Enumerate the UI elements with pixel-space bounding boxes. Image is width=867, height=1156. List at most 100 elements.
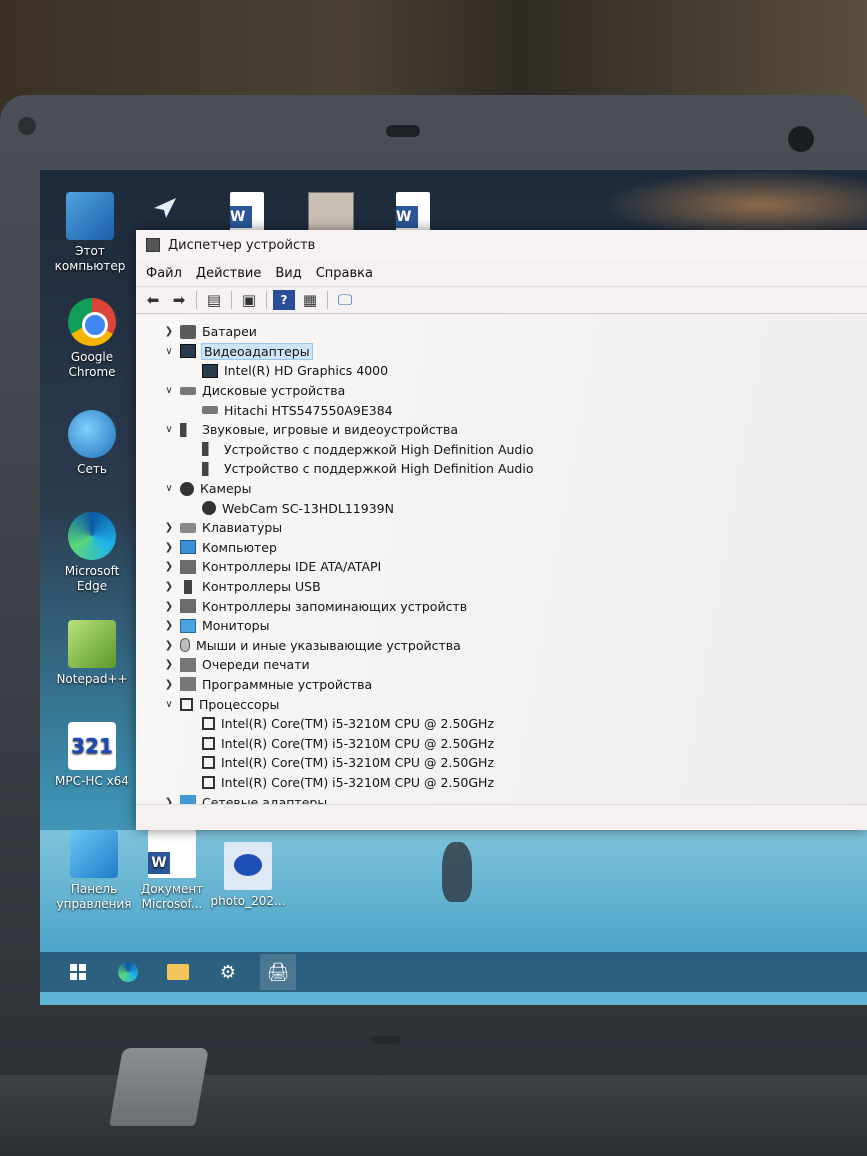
tree-category[interactable]: ❯ Компьютер — [162, 538, 867, 558]
tree-category-label: Процессоры — [199, 696, 280, 712]
photo-icon[interactable] — [308, 192, 358, 234]
desktop-icon-edge[interactable]: Microsoft Edge — [52, 512, 132, 594]
tree-device-label: Intel(R) Core(TM) i5-3210M CPU @ 2.50GHz — [221, 755, 495, 771]
properties-icon[interactable]: ▤ — [203, 290, 225, 310]
tree-category[interactable]: ❯ Очереди печати — [162, 655, 867, 675]
chevron-right-icon[interactable]: ❯ — [162, 561, 176, 572]
tree-device[interactable]: WebCam SC-13HDL11939N — [162, 498, 867, 518]
desktop-icon-mpc-hc[interactable]: 321 MPC-HC x64 — [52, 722, 132, 789]
tree-category[interactable]: ❯ Мыши и иные указывающие устройства — [162, 636, 867, 656]
desktop-icon-this-pc[interactable]: Этот компьютер — [50, 192, 130, 274]
word-document-icon — [148, 830, 196, 878]
menu-file[interactable]: Файл — [146, 266, 182, 281]
chevron-down-icon[interactable]: ∨ — [162, 424, 176, 435]
forward-arrow-icon[interactable]: ➡ — [168, 290, 190, 310]
tree-device[interactable]: Intel(R) Core(TM) i5-3210M CPU @ 2.50GHz — [162, 714, 867, 734]
tree-category[interactable]: ❯ Клавиатуры — [162, 518, 867, 538]
chevron-down-icon[interactable]: ∨ — [162, 385, 176, 396]
tree-device[interactable]: Intel(R) Core(TM) i5-3210M CPU @ 2.50GHz — [162, 753, 867, 773]
sound-icon — [202, 461, 218, 476]
start-icon[interactable] — [60, 954, 96, 990]
tree-category[interactable]: ❯ Контроллеры USB — [162, 577, 867, 597]
help-icon[interactable]: ? — [273, 290, 295, 310]
photo-icon — [224, 842, 272, 890]
word-document-icon[interactable] — [396, 192, 446, 234]
chevron-right-icon[interactable]: ❯ — [162, 620, 176, 631]
tree-category[interactable]: ❯ Батареи — [162, 322, 867, 342]
menu-help[interactable]: Справка — [316, 266, 373, 281]
window-titlebar[interactable]: Диспетчер устройств — [136, 230, 867, 260]
tree-category[interactable]: ❯ Программные устройства — [162, 675, 867, 695]
tree-category[interactable]: ❯ Мониторы — [162, 616, 867, 636]
tree-device[interactable]: Устройство с поддержкой High Definition … — [162, 459, 867, 479]
chevron-right-icon[interactable]: ❯ — [162, 542, 176, 553]
tree-category[interactable]: ❯ Сетевые адаптеры — [162, 792, 867, 804]
device-tree-pane[interactable]: ❯ Батареи ∨ Видеоадаптеры Intel(R) HD Graphi… — [136, 316, 867, 804]
chevron-right-icon[interactable]: ❯ — [162, 601, 176, 612]
toolbar: ⬅ ➡ ▤ ▣ ? ▦ 🖵 — [136, 286, 867, 314]
chevron-down-icon[interactable]: ∨ — [162, 699, 176, 710]
processor-icon — [202, 775, 215, 789]
menu-action[interactable]: Действие — [196, 266, 261, 281]
tree-device[interactable]: Hitachi HTS547550A9E384 — [162, 400, 867, 420]
tree-device[interactable]: Устройство с поддержкой High Definition … — [162, 440, 867, 460]
chevron-right-icon[interactable]: ❯ — [162, 679, 176, 690]
view-icon[interactable]: ▦ — [299, 290, 321, 310]
chevron-right-icon[interactable]: ❯ — [162, 640, 176, 651]
back-arrow-icon[interactable]: ⬅ — [142, 290, 164, 310]
desktop-icon-photo[interactable]: photo_202... — [208, 842, 288, 909]
software-device-icon — [180, 677, 196, 692]
chevron-right-icon[interactable]: ❯ — [162, 522, 176, 533]
toolbar-separator — [327, 291, 328, 309]
settings-icon[interactable]: ⚙ — [210, 954, 246, 990]
chrome-icon — [68, 298, 116, 346]
chevron-right-icon[interactable]: ❯ — [162, 659, 176, 670]
chevron-down-icon[interactable]: ∨ — [162, 346, 176, 357]
screen: Этот компьютер Google Chrome Сеть Micros… — [40, 170, 867, 1005]
monitor-icon — [180, 618, 196, 633]
desktop-icon-network[interactable]: Сеть — [52, 410, 132, 477]
file-explorer-icon[interactable] — [160, 954, 196, 990]
edge-icon[interactable] — [110, 954, 146, 990]
window-title: Диспетчер устройств — [168, 237, 316, 253]
chevron-right-icon[interactable]: ❯ — [162, 581, 176, 592]
word-document-icon[interactable] — [230, 192, 280, 234]
desktop-icon-notepadpp[interactable]: Notepad++ — [52, 620, 132, 687]
tree-category-label: Мыши и иные указывающие устройства — [196, 637, 461, 653]
tree-device[interactable]: Intel(R) Core(TM) i5-3210M CPU @ 2.50GHz — [162, 773, 867, 793]
tree-category[interactable]: ∨ Дисковые устройства — [162, 381, 867, 401]
tree-category[interactable]: ❯ Контроллеры запоминающих устройств — [162, 596, 867, 616]
network-icon — [68, 410, 116, 458]
tree-category-label: Контроллеры USB — [202, 579, 321, 595]
monitor-scan-icon[interactable]: 🖵 — [334, 290, 356, 310]
desktop-icon-word-document[interactable]: Документ Microsof... — [132, 830, 212, 912]
chevron-right-icon[interactable]: ❯ — [162, 326, 176, 337]
tree-category[interactable]: ∨ Видеоадаптеры — [162, 342, 867, 362]
tree-device[interactable]: Intel(R) HD Graphics 4000 — [162, 361, 867, 381]
tree-device-label: Устройство с поддержкой High Definition … — [224, 441, 534, 457]
tree-category-label: Мониторы — [202, 618, 270, 634]
chevron-right-icon[interactable]: ❯ — [162, 797, 176, 804]
mouse-icon — [180, 638, 190, 653]
tree-device-label: Intel(R) Core(TM) i5-3210M CPU @ 2.50GHz — [221, 735, 495, 751]
tree-category-label: Контроллеры запоминающих устройств — [202, 598, 468, 614]
tree-category[interactable]: ∨ Процессоры — [162, 694, 867, 714]
display-adapter-icon — [202, 363, 218, 378]
tree-device[interactable]: Intel(R) Core(TM) i5-3210M CPU @ 2.50GHz — [162, 733, 867, 753]
tree-category[interactable]: ❯ Контроллеры IDE ATA/ATAPI — [162, 557, 867, 577]
printer-icon — [180, 657, 196, 672]
tree-category-label: Дисковые устройства — [202, 383, 346, 399]
menu-view[interactable]: Вид — [275, 266, 301, 281]
desktop-icon-control-panel[interactable]: Панель управления — [54, 830, 134, 912]
chevron-down-icon[interactable]: ∨ — [162, 483, 176, 494]
tree-category[interactable]: ∨ Камеры — [162, 479, 867, 499]
device-manager-icon[interactable]: 🖨 — [260, 954, 296, 990]
update-driver-icon[interactable]: ▣ — [238, 290, 260, 310]
desktop-shortcut-arrow-icon[interactable] — [150, 192, 200, 234]
tree-category[interactable]: ∨ Звуковые, игровые и видеоустройства — [162, 420, 867, 440]
tree-category-label: Программные устройства — [202, 676, 373, 692]
disk-drive-icon — [202, 406, 218, 415]
desktop-icon-chrome[interactable]: Google Chrome — [52, 298, 132, 380]
processor-icon — [202, 717, 215, 731]
tree-category-label: Камеры — [200, 481, 252, 497]
